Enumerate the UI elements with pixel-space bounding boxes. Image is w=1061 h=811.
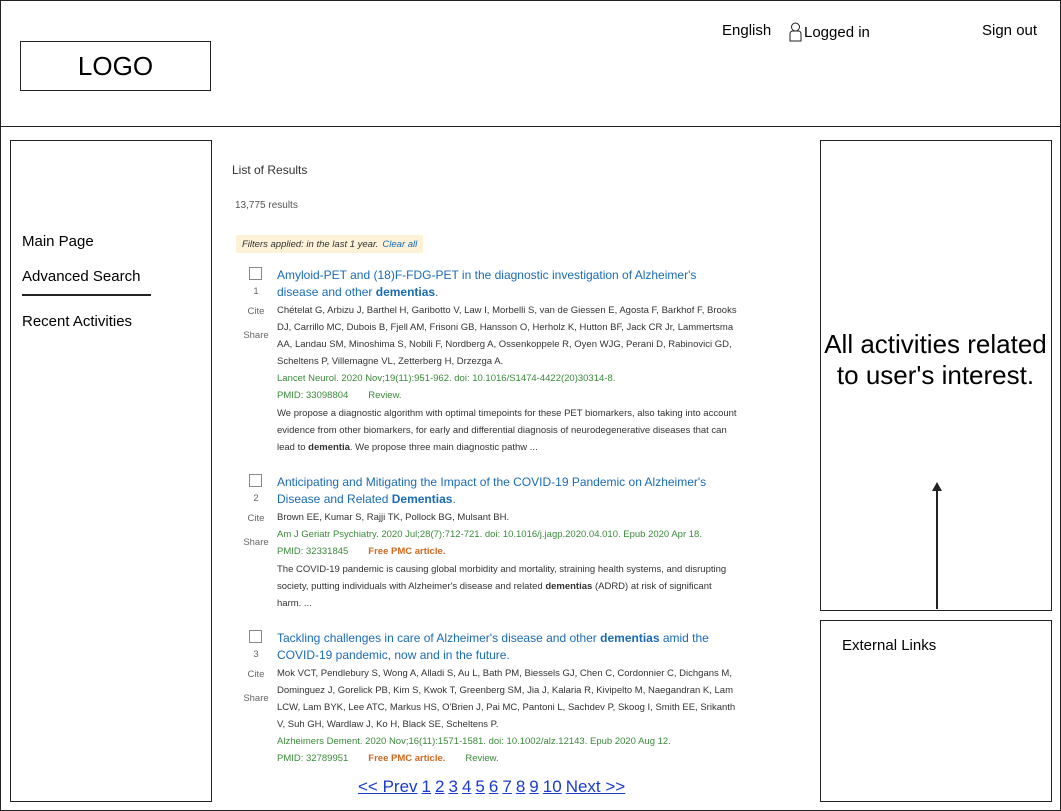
cite-button[interactable]: Cite [242,513,270,524]
user-icon [789,22,802,42]
free-pmc-badge: Free PMC article. [368,753,446,764]
result-pmid: PMID: 32789951 [277,753,349,764]
title-text: Amyloid-PET and (18)F-FDG-PET in the dia… [277,268,697,282]
result-number: 1 [253,286,259,297]
share-button[interactable]: Share [242,330,270,341]
filter-banner: Filters applied: in the last 1 year. Cle… [236,235,424,253]
user-status[interactable]: Logged in [789,22,870,42]
title-text: Tackling challenges in care of Alzheimer… [277,631,601,645]
result-title[interactable]: Anticipating and Mitigating the Impact o… [277,474,737,508]
result-number: 2 [253,493,259,504]
abstract-highlight: dementias [545,581,593,592]
sidebar: Main Page Advanced Search Recent Activit… [10,140,212,802]
page-link[interactable]: 5 [475,777,484,797]
user-status-label: Logged in [804,23,870,41]
result-title[interactable]: Amyloid-PET and (18)F-FDG-PET in the dia… [277,267,737,301]
abstract-text: . We propose three main diagnostic pathw… [349,442,538,453]
result-abstract: The COVID-19 pandemic is causing global … [277,561,737,612]
review-badge: Review. [368,390,402,401]
result-side: 1 Cite Share [242,267,270,347]
result-side: 2 Cite Share [242,474,270,554]
cite-button[interactable]: Cite [242,306,270,317]
pagination: << Prev 1 2 3 4 5 6 7 8 9 10 Next >> [358,777,625,797]
result-side: 3 Cite Share [242,630,270,710]
nav-divider [22,294,151,296]
result-checkbox[interactable] [249,474,262,487]
external-links-panel: External Links [820,620,1052,802]
result-checkbox[interactable] [249,267,262,280]
nav-main-page[interactable]: Main Page [22,233,94,250]
result-authors: Chételat G, Arbizu J, Barthel H, Garibot… [277,305,737,367]
abstract-highlight: dementia [308,442,350,453]
result-checkbox[interactable] [249,630,262,643]
result-body: Anticipating and Mitigating the Impact o… [277,474,737,612]
title-highlight: dementias [600,631,660,645]
result-pmid-line: PMID: 33098804 Review. [277,387,737,404]
language-selector[interactable]: English [722,22,771,39]
page-link[interactable]: 4 [462,777,471,797]
title-text: Anticipating and Mitigating the Impact o… [277,475,707,506]
filter-text: Filters applied: in the last 1 year. [242,238,379,250]
arrow-shaft [936,489,938,609]
result-pmid-line: PMID: 32331845 Free PMC article. [277,543,737,560]
page-link[interactable]: 7 [502,777,511,797]
nav-recent-activities[interactable]: Recent Activities [22,313,132,330]
result-authors: Brown EE, Kumar S, Rajji TK, Pollock BG,… [277,512,510,523]
interest-text: All activities related to user's interes… [824,329,1047,390]
result-body: Amyloid-PET and (18)F-FDG-PET in the dia… [277,267,737,456]
results-panel: List of Results 13,775 results Filters a… [222,140,812,802]
result-pmid: PMID: 33098804 [277,390,349,401]
result-pmid-line: PMID: 32789951 Free PMC article. Review. [277,750,737,767]
title-text: . [435,285,439,299]
logo[interactable]: LOGO [20,41,211,91]
results-heading: List of Results [232,163,308,177]
interest-panel: All activities related to user's interes… [820,140,1052,611]
title-text: disease and other [277,285,376,299]
result-number: 3 [253,649,259,660]
page-link[interactable]: 6 [489,777,498,797]
page-link[interactable]: 10 [543,777,562,797]
result-abstract: We propose a diagnostic algorithm with o… [277,405,737,456]
page-link[interactable]: 9 [529,777,538,797]
header: LOGO English Logged in Sign out [0,0,1061,127]
page-link[interactable]: 8 [516,777,525,797]
title-highlight: dementias [375,285,436,299]
prev-page-link[interactable]: << Prev [358,777,418,797]
results-count: 13,775 results [235,200,298,211]
next-page-link[interactable]: Next >> [566,777,626,797]
result-journal: Am J Geriatr Psychiatry. 2020 Jul;28(7):… [277,529,702,540]
clear-all-link[interactable]: Clear all [382,239,417,250]
result-pmid: PMID: 32331845 [277,546,349,557]
share-button[interactable]: Share [242,537,270,548]
result-authors: Mok VCT, Pendlebury S, Wong A, Alladi S,… [277,668,736,730]
free-pmc-badge: Free PMC article. [368,546,446,557]
result-journal: Lancet Neurol. 2020 Nov;19(11):951-962. … [277,373,616,384]
nav-advanced-search[interactable]: Advanced Search [22,268,140,285]
page-link[interactable]: 3 [448,777,457,797]
page-link[interactable]: 1 [422,777,431,797]
share-button[interactable]: Share [242,693,270,704]
review-badge: Review. [465,753,499,764]
sign-out-link[interactable]: Sign out [982,22,1037,39]
result-title[interactable]: Tackling challenges in care of Alzheimer… [277,630,737,664]
result-journal: Alzheimers Dement. 2020 Nov;16(11):1571-… [277,736,671,747]
external-links-label[interactable]: External Links [842,637,936,654]
page-link[interactable]: 2 [435,777,444,797]
title-highlight: Dementias [391,492,453,506]
title-text: . [452,492,456,506]
result-body: Tackling challenges in care of Alzheimer… [277,630,737,767]
cite-button[interactable]: Cite [242,669,270,680]
